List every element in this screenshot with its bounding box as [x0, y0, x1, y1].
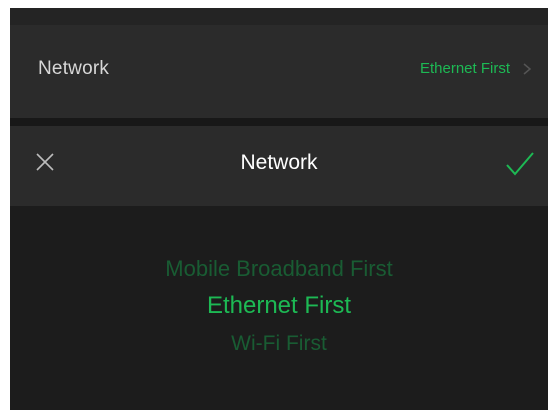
app-frame: Network Ethernet First Network Mobile Br…	[10, 8, 548, 410]
chevron-right-icon	[523, 63, 532, 75]
network-setting-row[interactable]: Network Ethernet First	[10, 25, 548, 118]
picker-title: Network	[240, 151, 318, 174]
option-ethernet-first-selected[interactable]: Ethernet First	[10, 292, 548, 320]
option-mobile-broadband-first[interactable]: Mobile Broadband First	[10, 256, 548, 282]
network-setting-label: Network	[38, 58, 110, 79]
option-wifi-first[interactable]: Wi-Fi First	[10, 332, 548, 356]
checkmark-icon[interactable]	[504, 148, 536, 180]
top-strip	[10, 8, 548, 25]
picker-wheel[interactable]: Mobile Broadband First Ethernet First Wi…	[10, 206, 548, 410]
network-setting-value: Ethernet First	[419, 60, 510, 77]
picker-header: Network	[10, 126, 548, 206]
section-divider	[10, 118, 548, 126]
